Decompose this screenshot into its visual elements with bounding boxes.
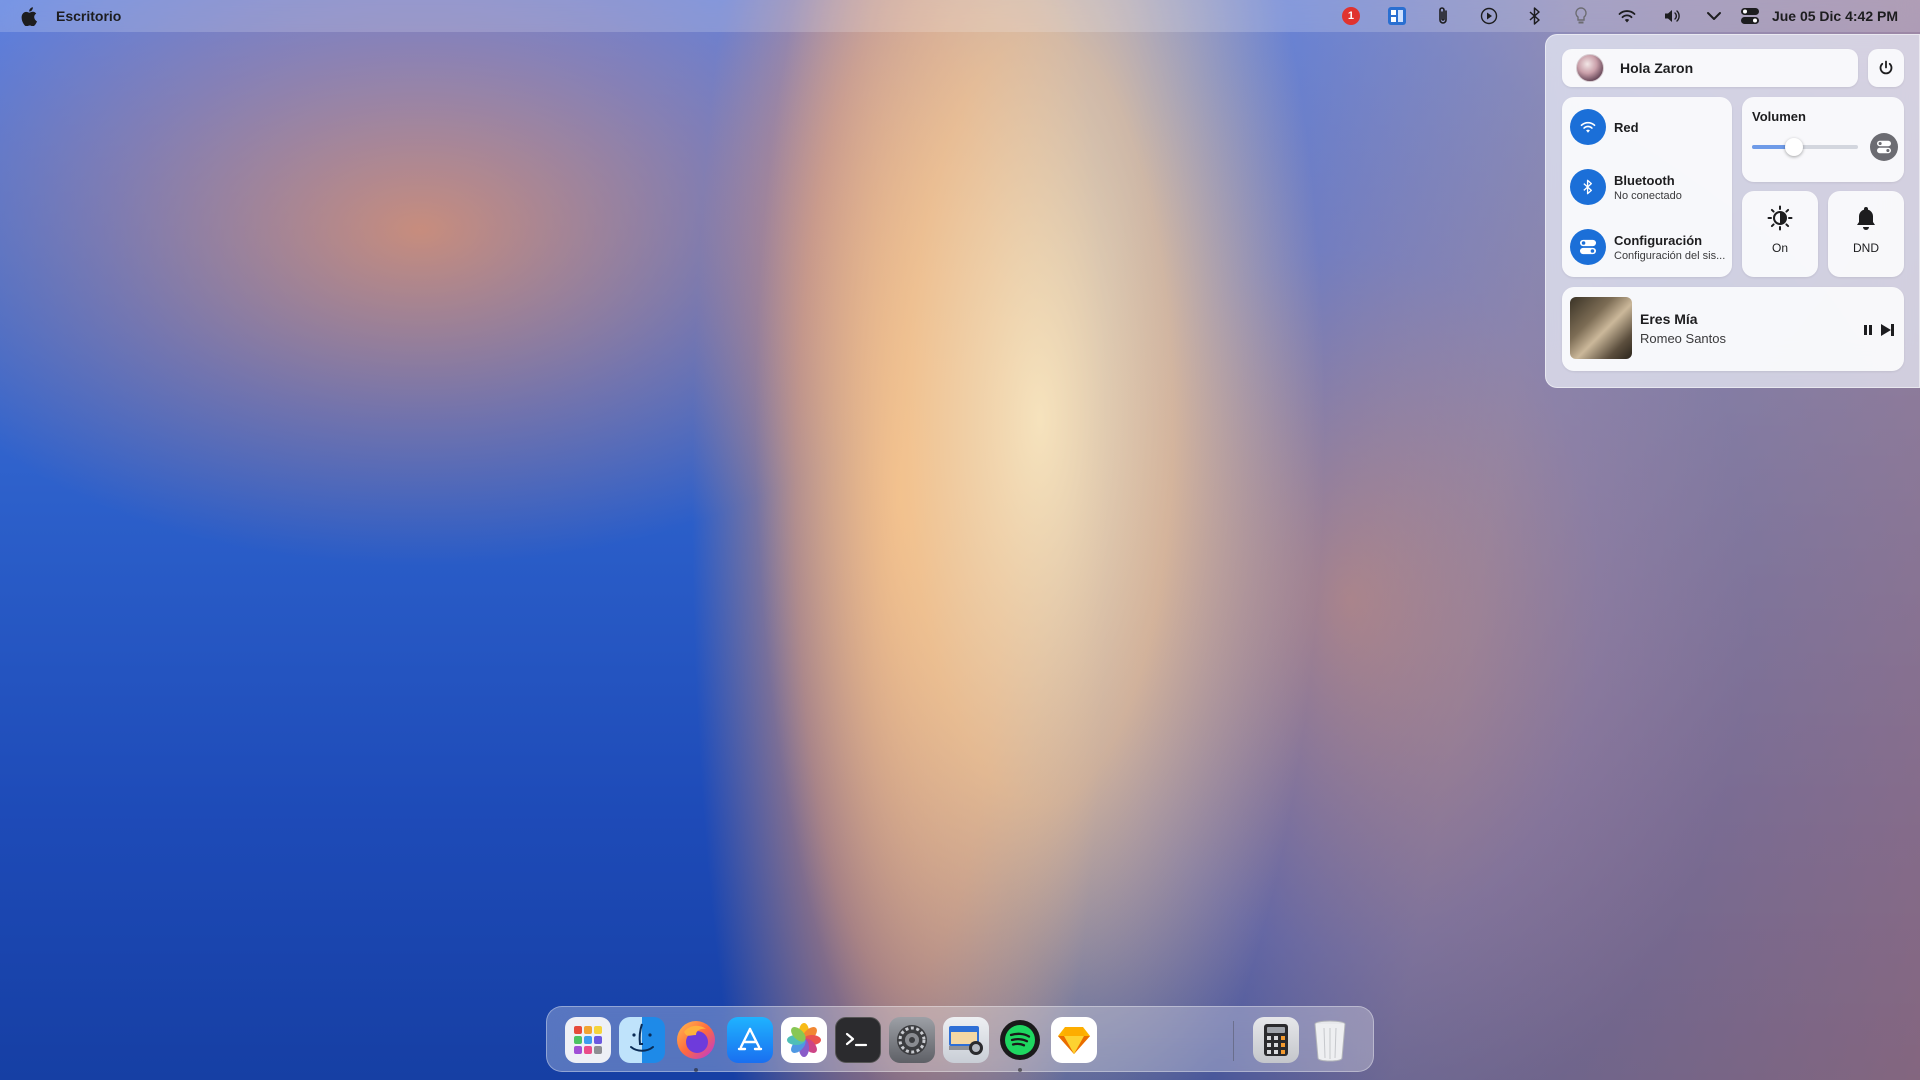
- bluetooth-label: Bluetooth: [1614, 172, 1675, 188]
- wifi-icon: [1570, 109, 1606, 145]
- audio-output-toggle[interactable]: [1870, 133, 1898, 161]
- wifi-icon[interactable]: [1604, 0, 1650, 32]
- app-store-app[interactable]: [727, 1017, 773, 1063]
- chevron-down-icon[interactable]: [1696, 0, 1732, 32]
- sketch-app[interactable]: [1051, 1017, 1097, 1063]
- finder-app[interactable]: [619, 1017, 665, 1063]
- volume-card: Volumen: [1742, 97, 1904, 182]
- trash-icon: [1314, 1020, 1346, 1062]
- volume-icon[interactable]: [1650, 0, 1696, 32]
- brightness-icon: [1767, 205, 1793, 231]
- window-manager-icon[interactable]: [1374, 0, 1420, 32]
- settings-subtitle: Configuración del sis...: [1614, 249, 1726, 262]
- screenshot-icon: [949, 1026, 983, 1055]
- volume-label: Volumen: [1752, 109, 1806, 124]
- pause-icon: [1864, 325, 1872, 335]
- lightbulb-icon[interactable]: [1558, 0, 1604, 32]
- bluetooth-status: No conectado: [1614, 189, 1682, 202]
- control-center-panel: Hola Zaron Red Bluetooth No conectado Co…: [1545, 34, 1920, 388]
- trash-app[interactable]: [1307, 1017, 1353, 1063]
- firefox-icon: [677, 1021, 715, 1059]
- spotify-running-indicator: [1018, 1068, 1022, 1072]
- bluetooth-toggle[interactable]: Bluetooth No conectado: [1570, 169, 1730, 205]
- launchpad-app[interactable]: [565, 1017, 611, 1063]
- next-track-button[interactable]: [1880, 322, 1896, 338]
- toggles-icon: [1877, 140, 1891, 154]
- screenshot-app[interactable]: [943, 1017, 989, 1063]
- settings-shortcut[interactable]: Configuración Configuración del sis...: [1570, 229, 1730, 265]
- bluetooth-icon[interactable]: [1512, 0, 1558, 32]
- connectivity-card: Red Bluetooth No conectado Configuración…: [1562, 97, 1732, 277]
- spotify-icon: [1000, 1020, 1040, 1060]
- dnd-tile-label: DND: [1853, 241, 1879, 255]
- song-title: Eres Mía: [1640, 311, 1698, 327]
- song-artist: Romeo Santos: [1640, 331, 1726, 346]
- gear-icon: [897, 1025, 927, 1055]
- menubar-clock[interactable]: Jue 05 Dic 4:42 PM: [1768, 8, 1898, 24]
- theme-toggle-tile[interactable]: On: [1742, 191, 1818, 277]
- photos-app[interactable]: [781, 1017, 827, 1063]
- avatar: [1576, 54, 1604, 82]
- bluetooth-icon: [1570, 169, 1606, 205]
- dock-separator: [1233, 1021, 1234, 1061]
- calculator-icon: [1264, 1024, 1288, 1056]
- spotify-app[interactable]: [997, 1017, 1043, 1063]
- dock: [546, 1006, 1374, 1072]
- finder-icon: [630, 1023, 654, 1052]
- system-settings-app[interactable]: [889, 1017, 935, 1063]
- dnd-toggle-tile[interactable]: DND: [1828, 191, 1904, 277]
- notification-badge-icon[interactable]: 1: [1328, 0, 1374, 32]
- bell-icon: [1857, 207, 1875, 230]
- firefox-app[interactable]: [673, 1017, 719, 1063]
- network-label: Red: [1614, 119, 1639, 135]
- calculator-app[interactable]: [1253, 1017, 1299, 1063]
- app-store-icon: [737, 1027, 763, 1051]
- notification-count: 1: [1341, 7, 1360, 25]
- settings-label: Configuración: [1614, 232, 1703, 248]
- network-toggle[interactable]: Red: [1570, 109, 1730, 145]
- pause-button[interactable]: [1862, 323, 1874, 337]
- album-art[interactable]: [1570, 297, 1632, 359]
- paperclip-icon[interactable]: [1420, 0, 1466, 32]
- control-center-toggle-icon[interactable]: [1732, 0, 1768, 32]
- launchpad-icon: [574, 1026, 602, 1054]
- user-greeting: Hola Zaron: [1620, 60, 1694, 76]
- theme-tile-label: On: [1771, 241, 1788, 255]
- user-profile-row[interactable]: Hola Zaron: [1562, 49, 1858, 87]
- menu-bar: Escritorio 1 Jue 05 Dic 4:42 PM: [0, 0, 1920, 32]
- next-icon: [1881, 324, 1894, 336]
- sketch-icon: [1058, 1027, 1090, 1054]
- volume-slider[interactable]: [1752, 138, 1858, 156]
- now-playing-card: Eres Mía Romeo Santos: [1562, 287, 1904, 371]
- power-icon: [1879, 60, 1893, 75]
- firefox-running-indicator: [694, 1068, 698, 1072]
- apple-icon[interactable]: [20, 6, 38, 26]
- photos-icon: [787, 1023, 821, 1057]
- power-button[interactable]: [1868, 49, 1904, 87]
- volume-slider-knob[interactable]: [1785, 138, 1803, 156]
- play-circle-icon[interactable]: [1466, 0, 1512, 32]
- toggles-icon: [1570, 229, 1606, 265]
- terminal-app[interactable]: [835, 1017, 881, 1063]
- terminal-icon: [845, 1032, 868, 1047]
- active-app-name[interactable]: Escritorio: [56, 8, 121, 24]
